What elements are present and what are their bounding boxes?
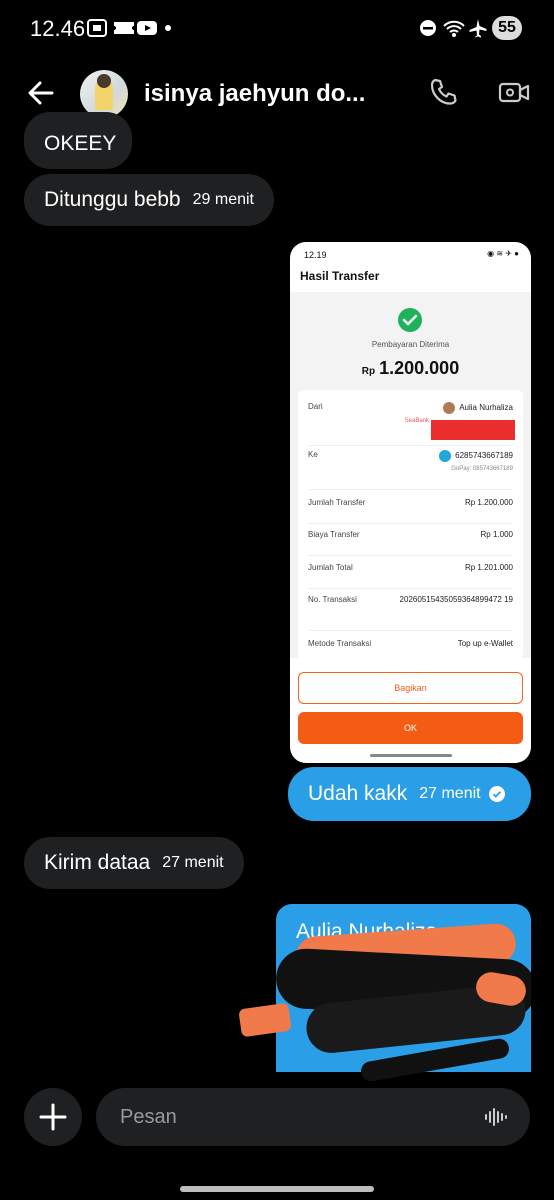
shot-row: Jumlah Total Rp 1.201.000	[308, 563, 513, 589]
status-time: 12.46	[30, 16, 86, 41]
message-text: OKEEY	[44, 131, 117, 155]
avatar[interactable]	[80, 70, 128, 118]
shot-ok-button: OK	[298, 712, 523, 744]
read-check-icon	[488, 786, 505, 802]
back-arrow-icon[interactable]	[24, 76, 58, 110]
message-time: 27 menit	[419, 785, 481, 802]
dnd-icon	[420, 20, 436, 36]
message-bubble-incoming[interactable]: Ditunggu bebb 29 menit	[24, 174, 274, 226]
shot-row: Jumlah Transfer Rp 1.200.000	[308, 498, 513, 524]
shot-status-time: 12.19	[304, 250, 327, 260]
wifi-icon	[443, 20, 465, 37]
message-text: Kirim dataa	[44, 851, 151, 874]
message-input-placeholder: Pesan	[120, 1106, 177, 1128]
message-text: Udah kakk	[308, 782, 408, 805]
message-text: Ditunggu bebb	[44, 188, 181, 211]
voice-icon[interactable]	[484, 1106, 508, 1128]
phone-icon[interactable]	[428, 76, 460, 108]
plus-icon	[39, 1103, 67, 1131]
message-input[interactable]: Pesan	[96, 1088, 530, 1146]
battery-indicator: 55	[492, 16, 522, 40]
redaction-block	[431, 420, 515, 440]
message-time: 27 menit	[162, 854, 224, 871]
shot-row: Biaya Transfer Rp 1.000	[308, 530, 513, 556]
ticket-icon	[114, 22, 134, 34]
youtube-icon	[137, 21, 157, 35]
dot-icon	[165, 25, 171, 31]
shot-nav-handle	[370, 754, 452, 757]
success-check-icon	[398, 308, 422, 332]
message-bubble-incoming[interactable]: OKEEY	[24, 112, 132, 169]
status-bar: 12.46 55	[0, 0, 554, 58]
shot-row: Metode Transaksi Top up e-Wallet	[308, 639, 513, 648]
shot-title: Hasil Transfer	[300, 269, 380, 283]
message-bubble-incoming[interactable]: Kirim dataa 27 menit	[24, 837, 244, 889]
shot-amount: Rp 1.200.000	[361, 358, 460, 378]
message-time: 29 menit	[192, 191, 254, 208]
shot-row: No. Transaksi 20260515435059364899472 19	[308, 595, 513, 631]
airplane-icon	[469, 19, 487, 38]
message-bubble-outgoing[interactable]: Udah kakk 27 menit	[288, 767, 531, 821]
video-call-icon[interactable]	[498, 76, 530, 108]
shot-status-icons: ◉ ≋ ✈ ●	[487, 249, 519, 258]
shot-share-button: Bagikan	[298, 672, 523, 704]
image-attachment-transfer[interactable]: 12.19 ◉ ≋ ✈ ● Hasil Transfer Pembayaran …	[290, 242, 531, 763]
chat-title[interactable]: isinya jaehyun do...	[144, 80, 365, 108]
shot-row-to: Ke 6285743667189 GoPay: 085743667189	[308, 450, 513, 490]
screen-record-icon	[87, 19, 107, 37]
attach-button[interactable]	[24, 1088, 82, 1146]
shot-status: Pembayaran Diterima	[371, 340, 450, 349]
system-nav-handle[interactable]	[180, 1186, 374, 1192]
